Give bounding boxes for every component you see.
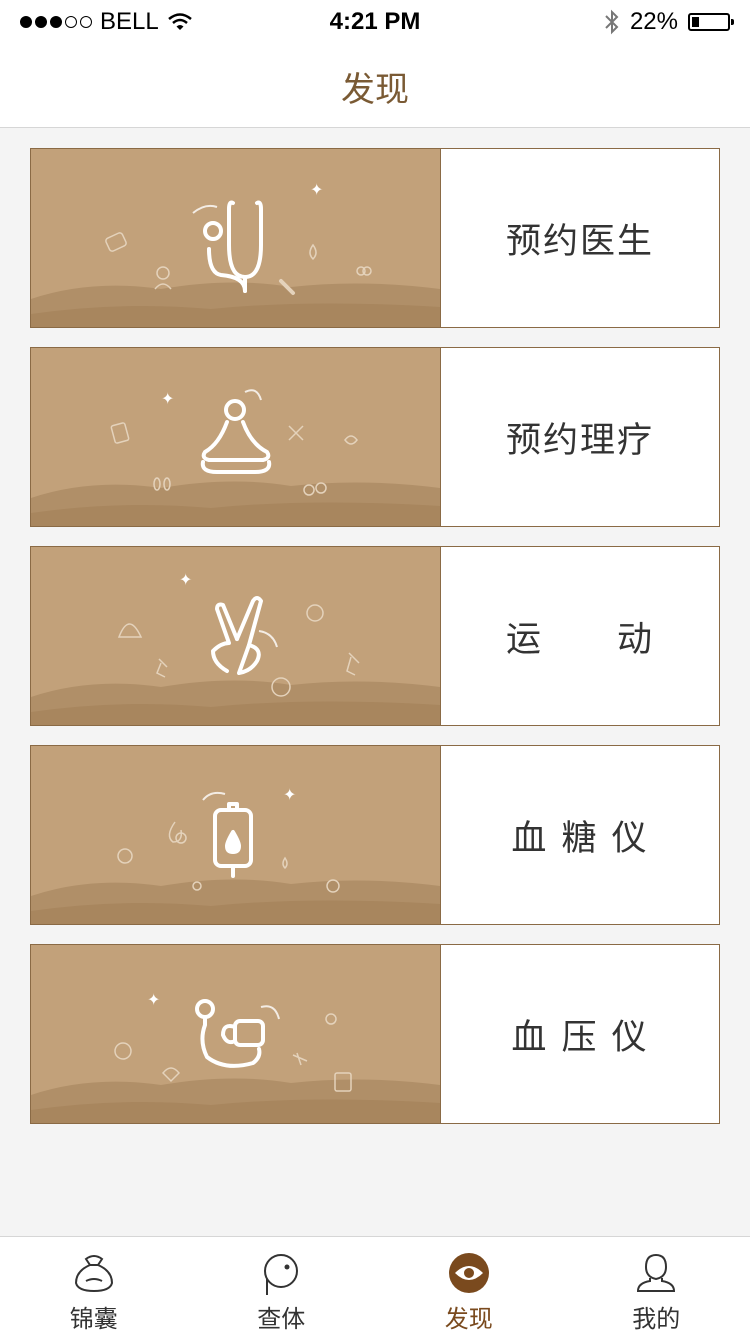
svg-text:✦: ✦ xyxy=(283,785,296,804)
card-doctor-appointment[interactable]: ✦ 预约医生 xyxy=(30,148,720,328)
pouch-icon xyxy=(74,1255,113,1293)
card-label: 血 糖 仪 xyxy=(511,818,649,859)
card-blood-pressure-meter[interactable]: ✦ 血 压 仪 xyxy=(30,944,720,1124)
card-exercise[interactable]: ✦ 运 动 xyxy=(30,546,720,726)
card-therapy-appointment[interactable]: ✦ 预约理疗 xyxy=(30,347,720,527)
tab-label: 我的 xyxy=(632,1305,681,1333)
person-icon xyxy=(637,1253,676,1292)
iv-bag-icon xyxy=(213,802,253,878)
blood-pressure-icon xyxy=(195,999,265,1068)
discover-screen: BELL 4:21 PM 22% 发现 ✦ 预约医生 ✦ 预约理疗 ✦ 运 动 … xyxy=(0,0,750,1334)
svg-text:✦: ✦ xyxy=(179,570,192,589)
card-glucose-meter[interactable]: ✦ 血 糖 仪 xyxy=(30,745,720,925)
page-title: 发现 xyxy=(341,70,409,110)
service-list: ✦ 预约医生 ✦ 预约理疗 ✦ 运 动 ✦ 血 糖 仪 ✦ 血 压 仪 xyxy=(30,148,720,1143)
nav-bar: 发现 xyxy=(0,40,750,128)
svg-text:✦: ✦ xyxy=(147,990,160,1009)
tab-label: 锦囊 xyxy=(69,1305,118,1333)
tab-mine[interactable]: 我的 xyxy=(563,1237,750,1334)
card-label: 血 压 仪 xyxy=(511,1017,649,1058)
victory-hand-icon xyxy=(211,596,263,675)
card-label: 预约医生 xyxy=(505,221,654,262)
card-label: 运 动 xyxy=(505,619,654,660)
card-banner: ✦ xyxy=(31,746,441,924)
tab-checkup[interactable]: 查体 xyxy=(188,1237,376,1334)
tab-discover[interactable]: 发现 xyxy=(375,1237,563,1334)
svg-text:✦: ✦ xyxy=(161,389,174,408)
battery-icon xyxy=(688,13,734,31)
bluetooth-icon xyxy=(605,9,619,35)
card-banner: ✦ xyxy=(31,945,441,1123)
svg-text:✦: ✦ xyxy=(310,180,323,199)
stethoscope-icon xyxy=(203,200,263,293)
card-banner: ✦ xyxy=(31,547,441,725)
battery-fill xyxy=(692,17,699,27)
tab-label: 查体 xyxy=(257,1305,306,1333)
card-banner: ✦ xyxy=(31,348,441,526)
eye-icon xyxy=(448,1253,489,1293)
checkup-icon xyxy=(264,1254,299,1295)
battery-percent: 22% xyxy=(629,8,678,35)
tab-bar: 锦囊 查体 发现 我的 xyxy=(0,1236,750,1334)
status-right: 22% xyxy=(604,8,734,36)
card-label: 预约理疗 xyxy=(505,420,654,461)
tab-pouch[interactable]: 锦囊 xyxy=(0,1237,188,1334)
card-banner: ✦ xyxy=(31,149,441,327)
status-bar: BELL 4:21 PM 22% xyxy=(0,0,750,40)
meditation-icon xyxy=(200,399,272,474)
tab-label: 发现 xyxy=(444,1305,493,1333)
